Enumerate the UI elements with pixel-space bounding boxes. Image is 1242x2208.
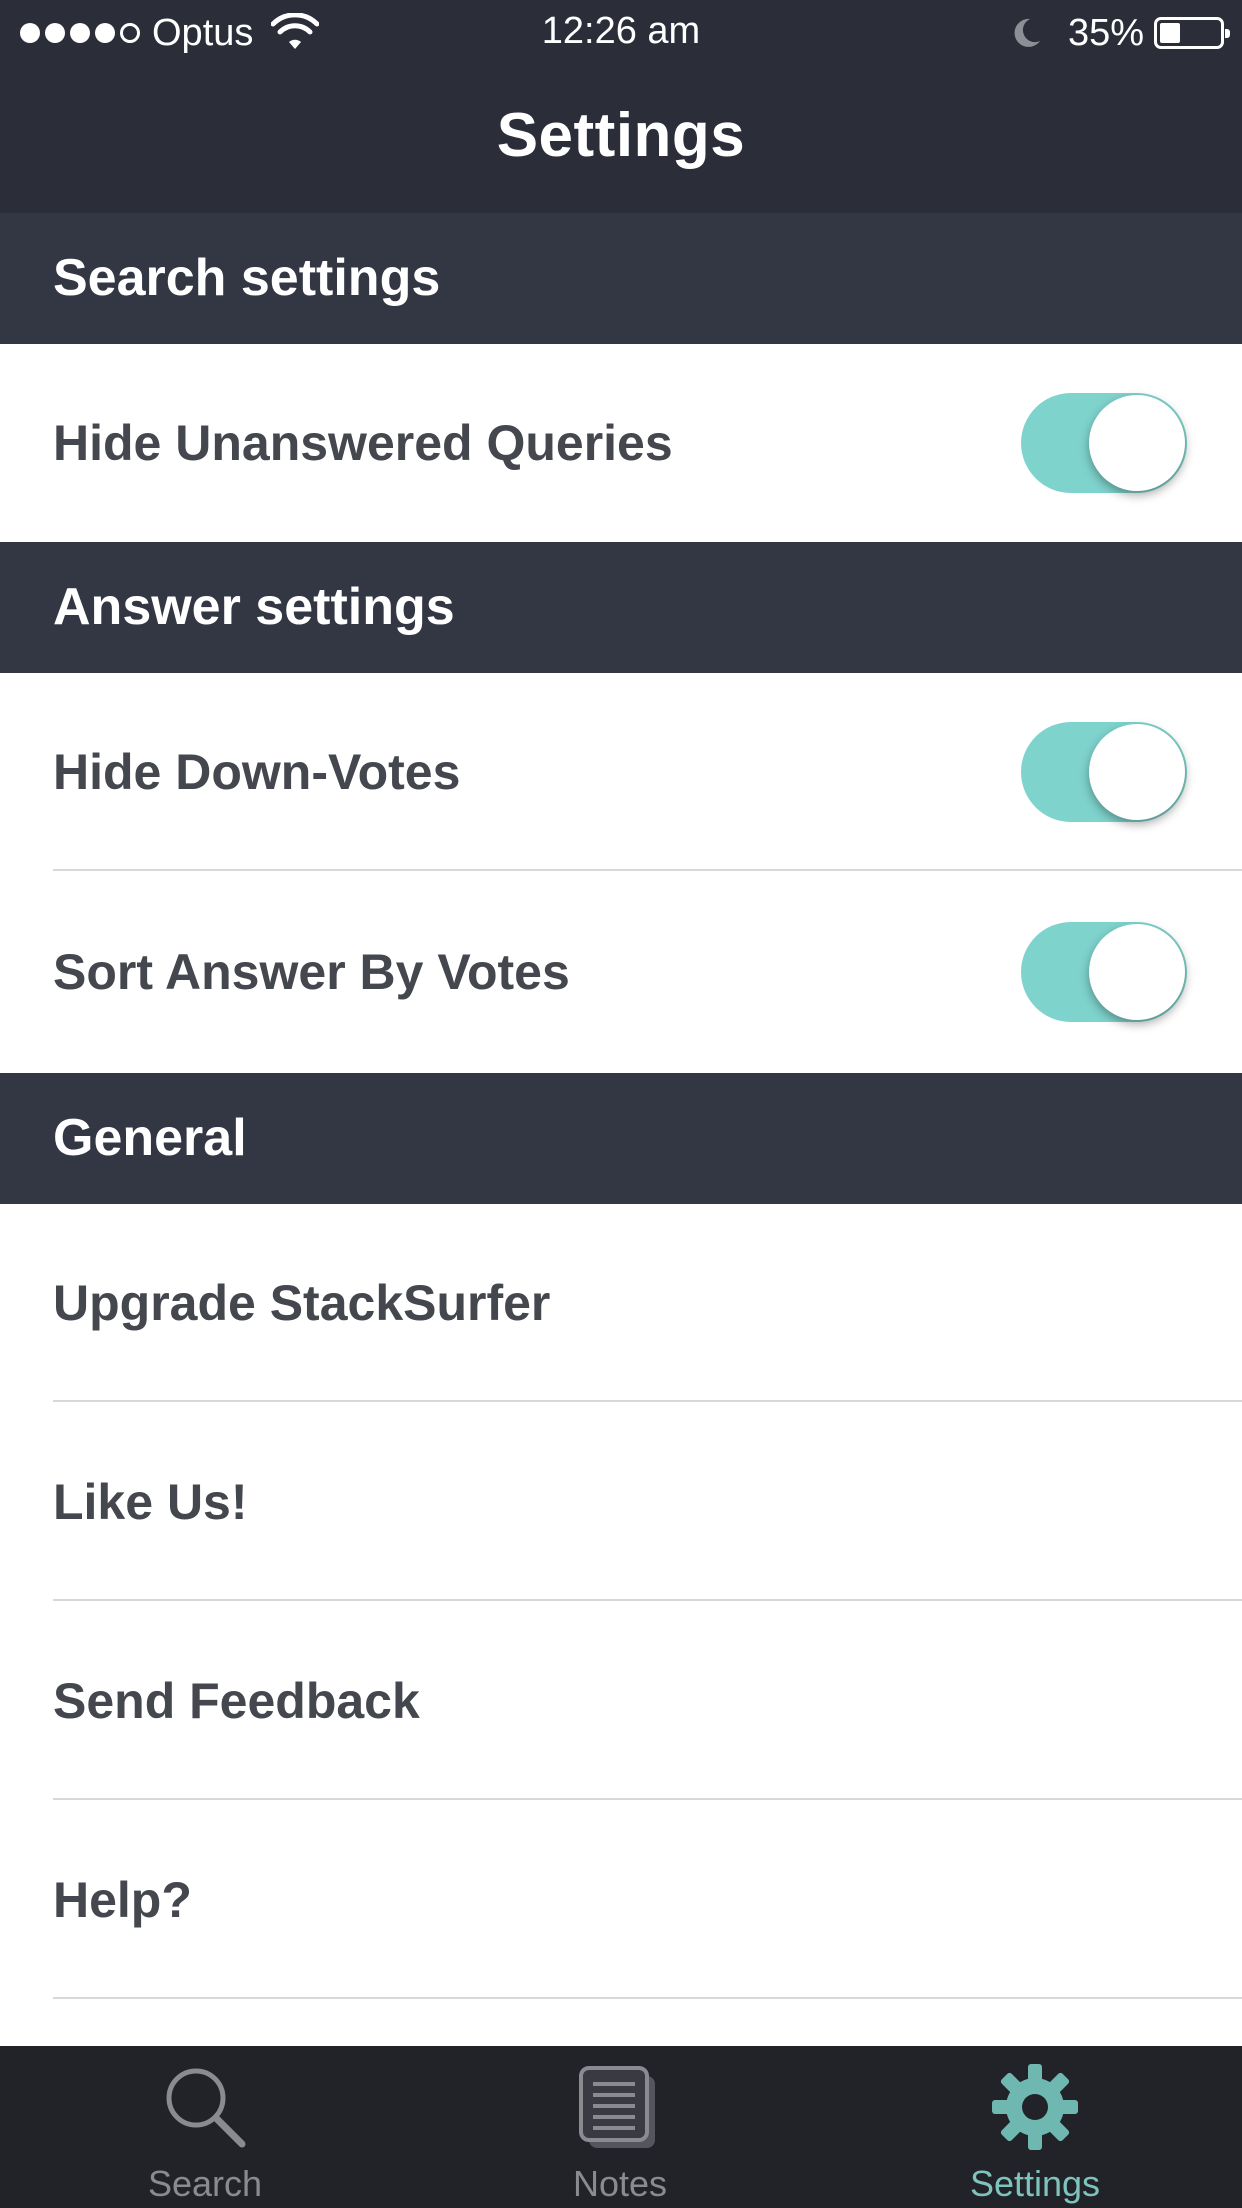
battery-percent: 35% xyxy=(1067,11,1144,54)
search-icon xyxy=(166,2068,246,2148)
toggle-knob xyxy=(1089,395,1185,491)
tab-search[interactable]: Search xyxy=(105,2046,305,2208)
menu-item-label: Like Us! xyxy=(53,1474,248,1530)
setting-label: Hide Down-Votes xyxy=(53,744,461,800)
toggle-knob xyxy=(1089,724,1185,820)
row-divider xyxy=(53,1400,1242,1402)
section-header-general: General xyxy=(0,1073,1242,1204)
row-divider xyxy=(53,869,1242,871)
setting-label: Hide Unanswered Queries xyxy=(53,415,673,471)
setting-row-sort-by-votes: Sort Answer By Votes xyxy=(0,873,1242,1071)
tab-label: Settings xyxy=(969,2163,1101,2204)
row-divider xyxy=(53,1599,1242,1601)
section-header-search: Search settings xyxy=(0,213,1242,344)
hide-down-votes-toggle[interactable] xyxy=(1021,722,1187,822)
row-divider xyxy=(53,1997,1242,1999)
menu-item-label: Help? xyxy=(53,1872,192,1928)
section-header-answer: Answer settings xyxy=(0,542,1242,673)
menu-item-label: Send Feedback xyxy=(53,1673,420,1729)
menu-item-upgrade[interactable]: Upgrade StackSurfer xyxy=(0,1204,1242,1402)
battery-icon xyxy=(1154,17,1230,49)
tab-label: Notes xyxy=(572,2163,668,2204)
menu-item-label: Upgrade StackSurfer xyxy=(53,1275,551,1331)
hide-unanswered-toggle[interactable] xyxy=(1021,393,1187,493)
setting-row-hide-unanswered: Hide Unanswered Queries xyxy=(0,344,1242,542)
notes-icon xyxy=(579,2066,655,2148)
sort-by-votes-toggle[interactable] xyxy=(1021,922,1187,1022)
menu-item-like-us[interactable]: Like Us! xyxy=(0,1403,1242,1601)
setting-row-hide-down-votes: Hide Down-Votes xyxy=(0,673,1242,871)
setting-label: Sort Answer By Votes xyxy=(53,944,570,1000)
navigation-header: Optus 12:26 am 35% Settings xyxy=(0,0,1242,213)
status-bar: Optus 12:26 am 35% xyxy=(0,0,1242,66)
toggle-knob xyxy=(1089,924,1185,1020)
menu-item-help[interactable]: Help? xyxy=(0,1801,1242,1999)
tab-bar: Search Notes Settings xyxy=(0,2046,1242,2208)
tab-notes[interactable]: Notes xyxy=(520,2046,720,2208)
page-title: Settings xyxy=(496,101,746,170)
menu-item-send-feedback[interactable]: Send Feedback xyxy=(0,1602,1242,1800)
do-not-disturb-moon-icon xyxy=(1014,18,1040,47)
status-right: 35% xyxy=(1010,10,1230,56)
gear-icon xyxy=(992,2064,1078,2150)
tab-label: Search xyxy=(147,2163,263,2204)
tab-settings[interactable]: Settings xyxy=(935,2046,1135,2208)
row-divider xyxy=(53,1798,1242,1800)
